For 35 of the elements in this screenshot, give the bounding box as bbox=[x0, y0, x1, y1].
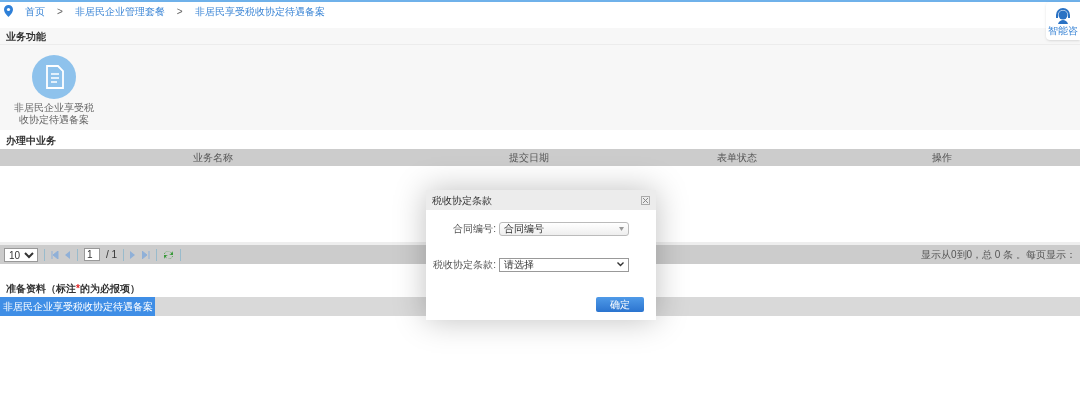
breadcrumb-link[interactable]: 首页 bbox=[25, 3, 45, 19]
breadcrumb-link[interactable]: 非居民企业管理套餐 bbox=[74, 3, 165, 19]
breadcrumb-link[interactable]: 非居民享受税收协定待遇备案 bbox=[194, 3, 325, 19]
function-label[interactable]: 非居民企业享受税收协定待遇备案 bbox=[12, 102, 96, 126]
page-total: / 1 bbox=[106, 248, 118, 262]
confirm-button[interactable]: 确定 bbox=[596, 297, 644, 312]
next-page-icon[interactable] bbox=[130, 250, 137, 259]
location-pin-icon bbox=[4, 5, 13, 17]
page-input[interactable]: 1 bbox=[84, 248, 100, 261]
column-header: 操作 bbox=[931, 151, 953, 165]
previous-page-icon[interactable] bbox=[65, 250, 71, 259]
page-size-select[interactable]: 10 bbox=[4, 247, 38, 262]
pager-summary: 显示从0到0，总 0 条 。每页显示： bbox=[920, 248, 1076, 262]
dialog-title: 税收协定条款 bbox=[432, 193, 492, 208]
refresh-icon[interactable] bbox=[163, 249, 175, 260]
section-title: 准备资料（标注*的为必报项） bbox=[6, 281, 140, 296]
column-header: 业务名称 bbox=[192, 151, 234, 165]
last-page-icon[interactable] bbox=[142, 250, 151, 259]
material-tab[interactable]: 非居民企业享受税收协定待遇备案 bbox=[0, 297, 155, 316]
section-title: 办理中业务 bbox=[6, 134, 56, 148]
field-label: 合同编号: bbox=[452, 222, 496, 236]
field-label: 税收协定条款: bbox=[432, 258, 496, 272]
close-button[interactable] bbox=[641, 195, 650, 205]
caret-icon bbox=[619, 226, 624, 231]
first-page-icon[interactable] bbox=[51, 250, 59, 259]
column-header: 表单状态 bbox=[716, 151, 758, 165]
select-field[interactable]: 请选择 bbox=[499, 257, 629, 272]
column-header: 提交日期 bbox=[508, 151, 550, 165]
breadcrumb-separator: > bbox=[176, 4, 183, 19]
chevron-down-icon bbox=[617, 262, 624, 267]
help-widget[interactable]: 智能咨 bbox=[1046, 2, 1080, 40]
breadcrumb-separator: > bbox=[57, 4, 63, 19]
section-title: 业务功能 bbox=[6, 29, 46, 44]
headset-agent-icon bbox=[1053, 5, 1073, 25]
document-icon[interactable] bbox=[32, 55, 76, 99]
